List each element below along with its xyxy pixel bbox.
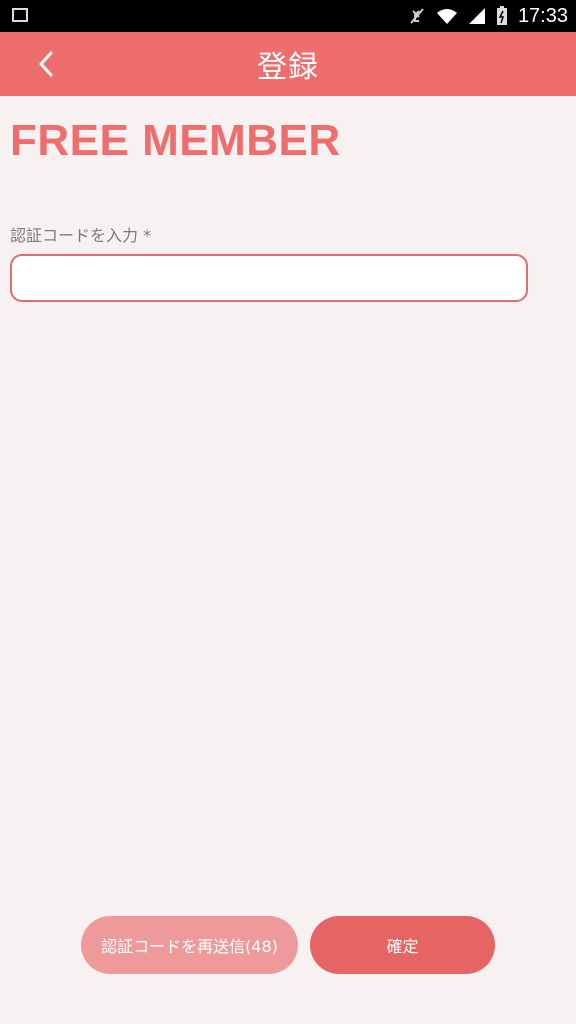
- code-field-label: 認証コードを入力 *: [10, 226, 152, 245]
- verification-code-input[interactable]: [10, 254, 528, 302]
- page-title: 登録: [257, 50, 319, 85]
- app-bar: 登録: [0, 32, 576, 96]
- resend-code-button[interactable]: 認証コードを再送信(48): [81, 916, 298, 974]
- status-icons: 17:33: [408, 0, 568, 32]
- mute-icon: [410, 8, 424, 24]
- wifi-icon: [436, 9, 457, 24]
- signal-icon: [468, 8, 485, 24]
- image-icon: [12, 8, 28, 22]
- battery-icon: [496, 6, 507, 25]
- status-time: 17:33: [517, 4, 568, 27]
- confirm-button[interactable]: 確定: [310, 916, 495, 974]
- member-heading: FREE MEMBER: [10, 116, 341, 165]
- status-bar: 17:33: [0, 0, 576, 32]
